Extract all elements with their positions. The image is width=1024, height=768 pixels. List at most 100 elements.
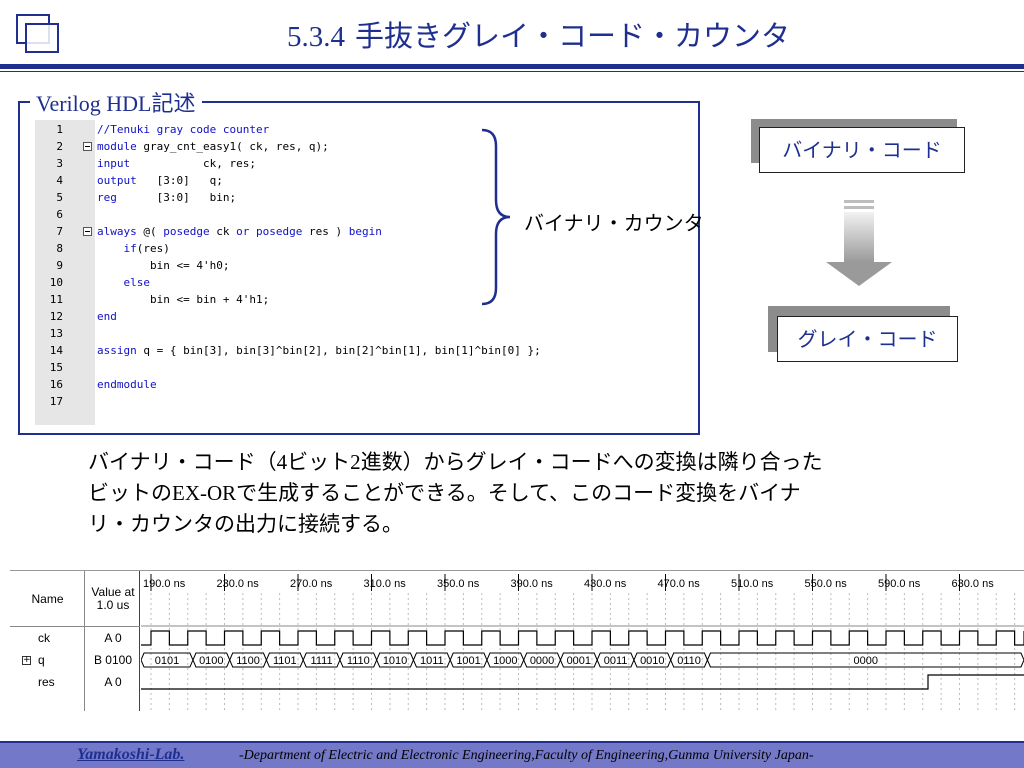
- ck-waveform: [141, 630, 1024, 646]
- q-value-label: 1110: [347, 655, 370, 667]
- time-label: 430.0 ns: [584, 578, 627, 590]
- code-line: 5 reg [3:0] bin;: [35, 189, 687, 206]
- q-value-label: 1100: [236, 655, 260, 667]
- signal-name-q[interactable]: q: [10, 653, 85, 667]
- signal-value-ck: A 0: [104, 631, 122, 645]
- code-text: bin <= 4'h0;: [97, 259, 230, 272]
- code-text: else: [123, 276, 151, 289]
- line-number: 12: [49, 310, 63, 323]
- down-arrow-icon: [826, 200, 892, 286]
- code-line: 13: [35, 325, 687, 342]
- code-text: input ck, res;: [97, 157, 256, 170]
- code-text: end: [97, 310, 117, 323]
- time-label: 470.0 ns: [658, 578, 701, 590]
- line-number: 14: [49, 344, 63, 357]
- signal-value-res: A 0: [104, 675, 122, 689]
- code-line: 10 else: [35, 274, 687, 291]
- footer: Yamakoshi-Lab. -Department of Electric a…: [0, 741, 1024, 768]
- code-text: //Tenuki gray code counter: [97, 123, 270, 136]
- time-label: 230.0 ns: [217, 578, 260, 590]
- code-text: if(res): [123, 242, 170, 255]
- q-value-label: 0011: [604, 655, 628, 667]
- q-value-label: 1101: [273, 655, 297, 667]
- code-text: reg [3:0] bin;: [97, 191, 237, 204]
- department-text: -Department of Electric and Electronic E…: [239, 748, 814, 763]
- q-value-label: 0000: [530, 655, 554, 667]
- line-number: 11: [49, 293, 63, 306]
- line-number: 15: [49, 361, 63, 374]
- res-waveform: [141, 674, 1024, 690]
- header-rule: [0, 64, 1024, 69]
- time-label: 350.0 ns: [437, 578, 480, 590]
- code-line: 16 endmodule: [35, 376, 687, 393]
- code-line: 8 if(res): [35, 240, 687, 257]
- line-number: 6: [56, 208, 63, 221]
- code-text: bin <= bin + 4'h1;: [97, 293, 270, 306]
- q-value-label: 1011: [420, 655, 444, 667]
- line-number: 5: [56, 191, 63, 204]
- description-line-2: ビットのEX-ORで生成することができる。そして、このコード変換をバイナ: [88, 481, 801, 505]
- waveform-viewer: Name Value at 1.0 us ck A 0 + q B 0100 re…: [10, 570, 1024, 711]
- section-number: 5.3.4: [287, 21, 345, 53]
- code-line: 11 bin <= bin + 4'h1;: [35, 291, 687, 308]
- time-label: 510.0 ns: [731, 578, 774, 590]
- q-value-label: 1001: [456, 655, 480, 667]
- code-text: always @( posedge ck or posedge res ) be…: [97, 225, 382, 238]
- q-value-label: 0001: [567, 655, 591, 667]
- binary-counter-label: バイナリ・カウンタ: [524, 211, 704, 235]
- waveform-canvas[interactable]: 190.0 ns 230.0 ns 270.0 ns 310.0 ns 350.0 ns…: [141, 571, 1024, 711]
- q-value-label: 0000: [853, 655, 877, 667]
- line-number: 9: [56, 259, 63, 272]
- code-frame-label: Verilog HDL記述: [30, 86, 202, 118]
- code-text: output [3:0] q;: [97, 174, 223, 187]
- code-line: 4 output [3:0] q;: [35, 172, 687, 189]
- header-rule-thin: [0, 71, 1024, 72]
- value-column-header: Value at 1.0 us: [91, 585, 135, 612]
- time-label: 630.0 ns: [952, 578, 995, 590]
- q-value-label: 1111: [311, 655, 333, 667]
- code-line: 9 bin <= 4'h0;: [35, 257, 687, 274]
- q-value-label: 1000: [493, 655, 517, 667]
- gray-code-box: グレイ・コード: [777, 316, 958, 362]
- binary-code-box: バイナリ・コード: [759, 127, 965, 173]
- line-number: 16: [49, 378, 63, 391]
- code-line: 15: [35, 359, 687, 376]
- code-line: 17: [35, 393, 687, 410]
- signal-name-res[interactable]: res: [10, 675, 85, 689]
- line-number: 7: [56, 225, 63, 238]
- name-column-header: Name: [31, 592, 64, 606]
- description-line-1: バイナリ・コード（4ビット2進数）からグレイ・コードへの変換は隣り合った: [88, 450, 823, 474]
- line-number: 1: [56, 123, 63, 136]
- code-line: 1 //Tenuki gray code counter: [35, 121, 687, 138]
- time-label: 590.0 ns: [878, 578, 921, 590]
- code-line: 3 input ck, res;: [35, 155, 687, 172]
- time-label: 310.0 ns: [364, 578, 407, 590]
- q-value-label: 0100: [199, 655, 223, 667]
- time-label: 190.0 ns: [143, 578, 186, 590]
- lab-name: Yamakoshi-Lab.: [77, 746, 185, 763]
- line-number: 2: [56, 140, 63, 153]
- brace-icon: [481, 128, 511, 306]
- code-line: 2 module gray_cnt_easy1( ck, res, q);: [35, 138, 687, 155]
- description: バイナリ・コード（4ビット2進数）からグレイ・コードへの変換は隣り合った ビット…: [88, 447, 948, 540]
- line-number: 8: [56, 242, 63, 255]
- code-text: assign q = { bin[3], bin[3]^bin[2], bin[…: [97, 344, 541, 357]
- line-number: 4: [56, 174, 63, 187]
- logo-icon: [16, 14, 60, 54]
- page-title: 5.3.4 手抜きグレイ・コード・カウンタ: [287, 13, 790, 55]
- line-number: 3: [56, 157, 63, 170]
- code-line: 12 end: [35, 308, 687, 325]
- label-jp: 記述: [151, 91, 196, 116]
- signal-name-ck[interactable]: ck: [10, 631, 85, 645]
- time-label: 270.0 ns: [290, 578, 333, 590]
- code-text: endmodule: [97, 378, 157, 391]
- code-line: 14 assign q = { bin[3], bin[3]^bin[2], bi…: [35, 342, 687, 359]
- code-editor: 1 //Tenuki gray code counter 2 module gray_…: [35, 120, 687, 425]
- fold-icon[interactable]: [83, 142, 92, 151]
- fold-icon[interactable]: [83, 227, 92, 236]
- q-value-label: 1010: [383, 655, 407, 667]
- label-latin: Verilog HDL: [36, 91, 152, 116]
- line-number: 10: [49, 276, 63, 289]
- title-text: 手抜きグレイ・コード・カウンタ: [355, 19, 791, 53]
- line-number: 17: [49, 395, 63, 408]
